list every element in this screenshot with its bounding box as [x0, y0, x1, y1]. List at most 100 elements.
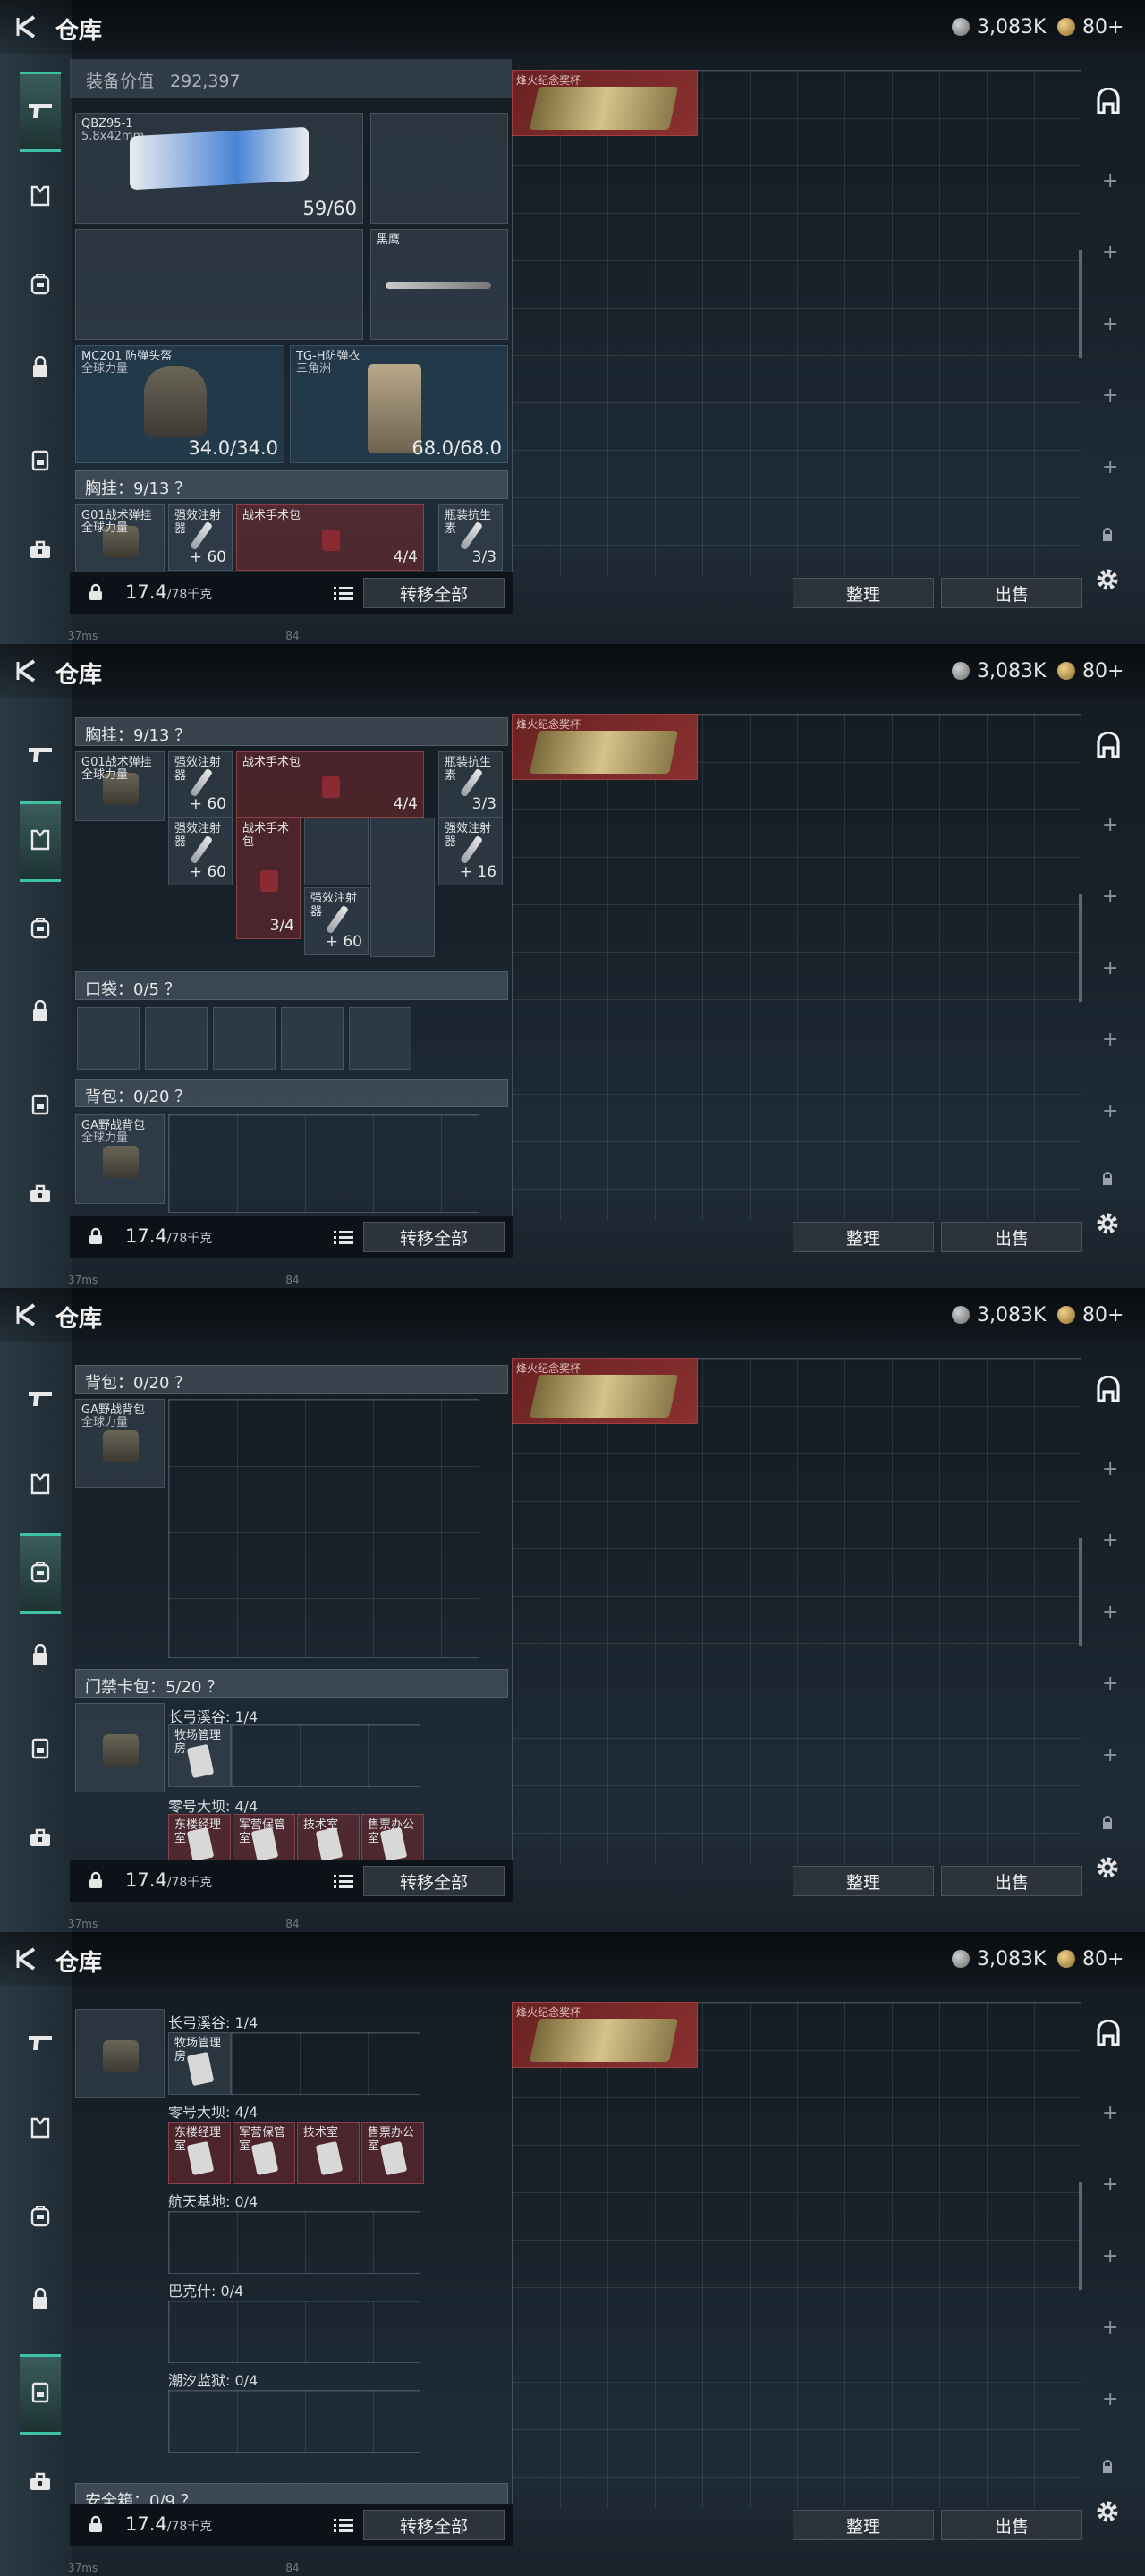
sidebar-item-backpack[interactable] — [20, 245, 61, 326]
item-slot[interactable]: 强效注射器 + 60 — [168, 504, 233, 571]
zone-card-grid[interactable] — [231, 1724, 420, 1787]
sidebar-item-armor[interactable] — [20, 2089, 61, 2170]
settings-gear-icon[interactable] — [1095, 1211, 1120, 1240]
warehouse-grid[interactable] — [512, 714, 1081, 1220]
item-slot[interactable]: 强效注射器 + 16 — [438, 818, 503, 886]
list-view-icon[interactable] — [334, 1229, 353, 1245]
item-slot[interactable]: 技术室 — [297, 1814, 360, 1860]
chest-rig-item[interactable]: G01战术弹挂 全球力量 — [75, 504, 165, 572]
item-slot[interactable]: 战术手术包 4/4 — [236, 751, 424, 818]
cardpack-item[interactable] — [75, 1703, 165, 1792]
pocket-slot[interactable] — [281, 1007, 344, 1070]
cardpack-item[interactable] — [75, 2009, 165, 2098]
padlock-icon[interactable] — [1100, 1172, 1115, 1190]
zone-card-grid[interactable] — [168, 2301, 420, 2363]
transfer-all-button[interactable]: 转移全部 — [363, 1222, 505, 1252]
chest-rig-header[interactable]: 胸挂：9/13 ？ — [75, 470, 508, 499]
primary-weapon-slot[interactable]: QBZ95-1 5.8x42mm 59/60 — [75, 113, 363, 224]
item-slot[interactable]: 瓶装抗生素 3/3 — [438, 751, 503, 818]
transfer-all-button[interactable]: 转移全部 — [363, 578, 505, 608]
back-icon[interactable] — [14, 1946, 38, 1971]
expand-plus-icon[interactable]: + — [1102, 2318, 1118, 2338]
item-slot[interactable] — [304, 818, 369, 886]
sidebar-item-safebox[interactable] — [20, 1156, 61, 1236]
pocket-header[interactable]: 口袋：0/5 ？ — [75, 971, 508, 1000]
item-slot[interactable]: 售票办公室 — [361, 2122, 424, 2184]
expand-plus-icon[interactable]: + — [1102, 2390, 1118, 2410]
expand-plus-icon[interactable]: + — [1102, 315, 1118, 335]
item-slot[interactable]: 战术手术包 4/4 — [236, 504, 424, 571]
expand-plus-icon[interactable]: + — [1102, 1674, 1118, 1694]
item-slot[interactable]: 强效注射器 + 60 — [304, 887, 369, 955]
sell-button[interactable]: 出售 — [941, 1866, 1082, 1896]
item-slot[interactable]: 牧场管理房 — [168, 2032, 231, 2095]
list-view-icon[interactable] — [334, 1873, 353, 1889]
sidebar-item-backpack[interactable] — [20, 889, 61, 970]
sidebar-item-backpack[interactable] — [20, 1533, 61, 1614]
item-slot[interactable]: 东楼经理室 — [168, 2122, 231, 2184]
sidebar-item-keycard[interactable] — [20, 1066, 61, 1147]
secondary-weapon-slot[interactable] — [75, 229, 363, 340]
item-slot[interactable]: 战术手术包 3/4 — [236, 818, 301, 939]
warehouse-grid[interactable] — [512, 70, 1081, 576]
warehouse-grid[interactable] — [512, 2002, 1081, 2508]
expand-plus-icon[interactable]: + — [1102, 1460, 1118, 1479]
sell-button[interactable]: 出售 — [941, 1222, 1082, 1252]
settings-gear-icon[interactable] — [1095, 1855, 1120, 1884]
sort-button[interactable]: 整理 — [793, 1222, 934, 1252]
item-slot[interactable]: 强效注射器 + 60 — [168, 818, 233, 886]
sort-button[interactable]: 整理 — [793, 1866, 934, 1896]
sidebar-item-keycard[interactable] — [20, 1710, 61, 1791]
home-icon[interactable] — [1095, 87, 1122, 118]
sell-button[interactable]: 出售 — [941, 2510, 1082, 2540]
expand-plus-icon[interactable]: + — [1102, 458, 1118, 478]
settings-gear-icon[interactable] — [1095, 2499, 1120, 2528]
expand-plus-icon[interactable]: + — [1102, 386, 1118, 406]
trophy-item[interactable]: 烽火纪念奖杯 — [512, 1358, 698, 1424]
zone-card-grid[interactable] — [168, 2211, 420, 2274]
expand-plus-icon[interactable]: + — [1102, 243, 1118, 263]
chest-rig-item[interactable]: G01战术弹挂 全球力量 — [75, 751, 165, 821]
trophy-item[interactable]: 烽火纪念奖杯 — [512, 2002, 698, 2068]
sidebar-item-weapons[interactable] — [20, 716, 61, 796]
sidebar-item-lock-item[interactable] — [20, 329, 61, 410]
expand-plus-icon[interactable]: + — [1102, 959, 1118, 979]
back-icon[interactable] — [14, 658, 38, 683]
expand-plus-icon[interactable]: + — [1102, 1746, 1118, 1766]
zone-card-grid[interactable] — [168, 2390, 420, 2453]
backpack-grid[interactable] — [168, 1114, 479, 1213]
transfer-all-button[interactable]: 转移全部 — [363, 2510, 505, 2540]
item-slot[interactable]: 东楼经理室 — [168, 1814, 231, 1860]
home-icon[interactable] — [1095, 1375, 1122, 1406]
item-slot[interactable]: 售票办公室 — [361, 1814, 424, 1860]
armor-slot[interactable]: TG-H防弹衣 三角洲 68.0/68.0 — [290, 345, 508, 463]
sidebar-item-armor[interactable] — [20, 1445, 61, 1526]
sidebar-item-lock-item[interactable] — [20, 1617, 61, 1698]
item-slot[interactable]: 瓶装抗生素 3/3 — [438, 504, 503, 571]
expand-plus-icon[interactable]: + — [1102, 2104, 1118, 2123]
warehouse-grid[interactable] — [512, 1358, 1081, 1864]
sort-button[interactable]: 整理 — [793, 2510, 934, 2540]
safebox-header[interactable]: 安全箱：0/9 ？ — [75, 2483, 508, 2504]
backpack-grid[interactable] — [168, 1399, 479, 1658]
pocket-slot[interactable] — [213, 1007, 276, 1070]
sidebar-item-safebox[interactable] — [20, 1800, 61, 1880]
transfer-all-button[interactable]: 转移全部 — [363, 1866, 505, 1896]
zone-card-grid[interactable] — [231, 2032, 420, 2095]
melee-slot[interactable]: 黑鹰 — [370, 229, 508, 340]
expand-plus-icon[interactable]: + — [1102, 1030, 1118, 1050]
item-slot[interactable] — [370, 818, 435, 957]
sidebar-item-armor[interactable] — [20, 157, 61, 238]
settings-gear-icon[interactable] — [1095, 567, 1120, 596]
expand-plus-icon[interactable]: + — [1102, 887, 1118, 907]
sidebar-item-lock-item[interactable] — [20, 973, 61, 1054]
padlock-icon[interactable] — [1100, 528, 1115, 546]
expand-plus-icon[interactable]: + — [1102, 1102, 1118, 1122]
pocket-slot[interactable] — [349, 1007, 411, 1070]
backpack-item[interactable]: GA野战背包 全球力量 — [75, 1399, 165, 1488]
home-icon[interactable] — [1095, 731, 1122, 762]
expand-plus-icon[interactable]: + — [1102, 2175, 1118, 2195]
sort-button[interactable]: 整理 — [793, 578, 934, 608]
item-slot[interactable]: 军营保管室 — [233, 1814, 295, 1860]
sidebar-item-backpack[interactable] — [20, 2177, 61, 2258]
